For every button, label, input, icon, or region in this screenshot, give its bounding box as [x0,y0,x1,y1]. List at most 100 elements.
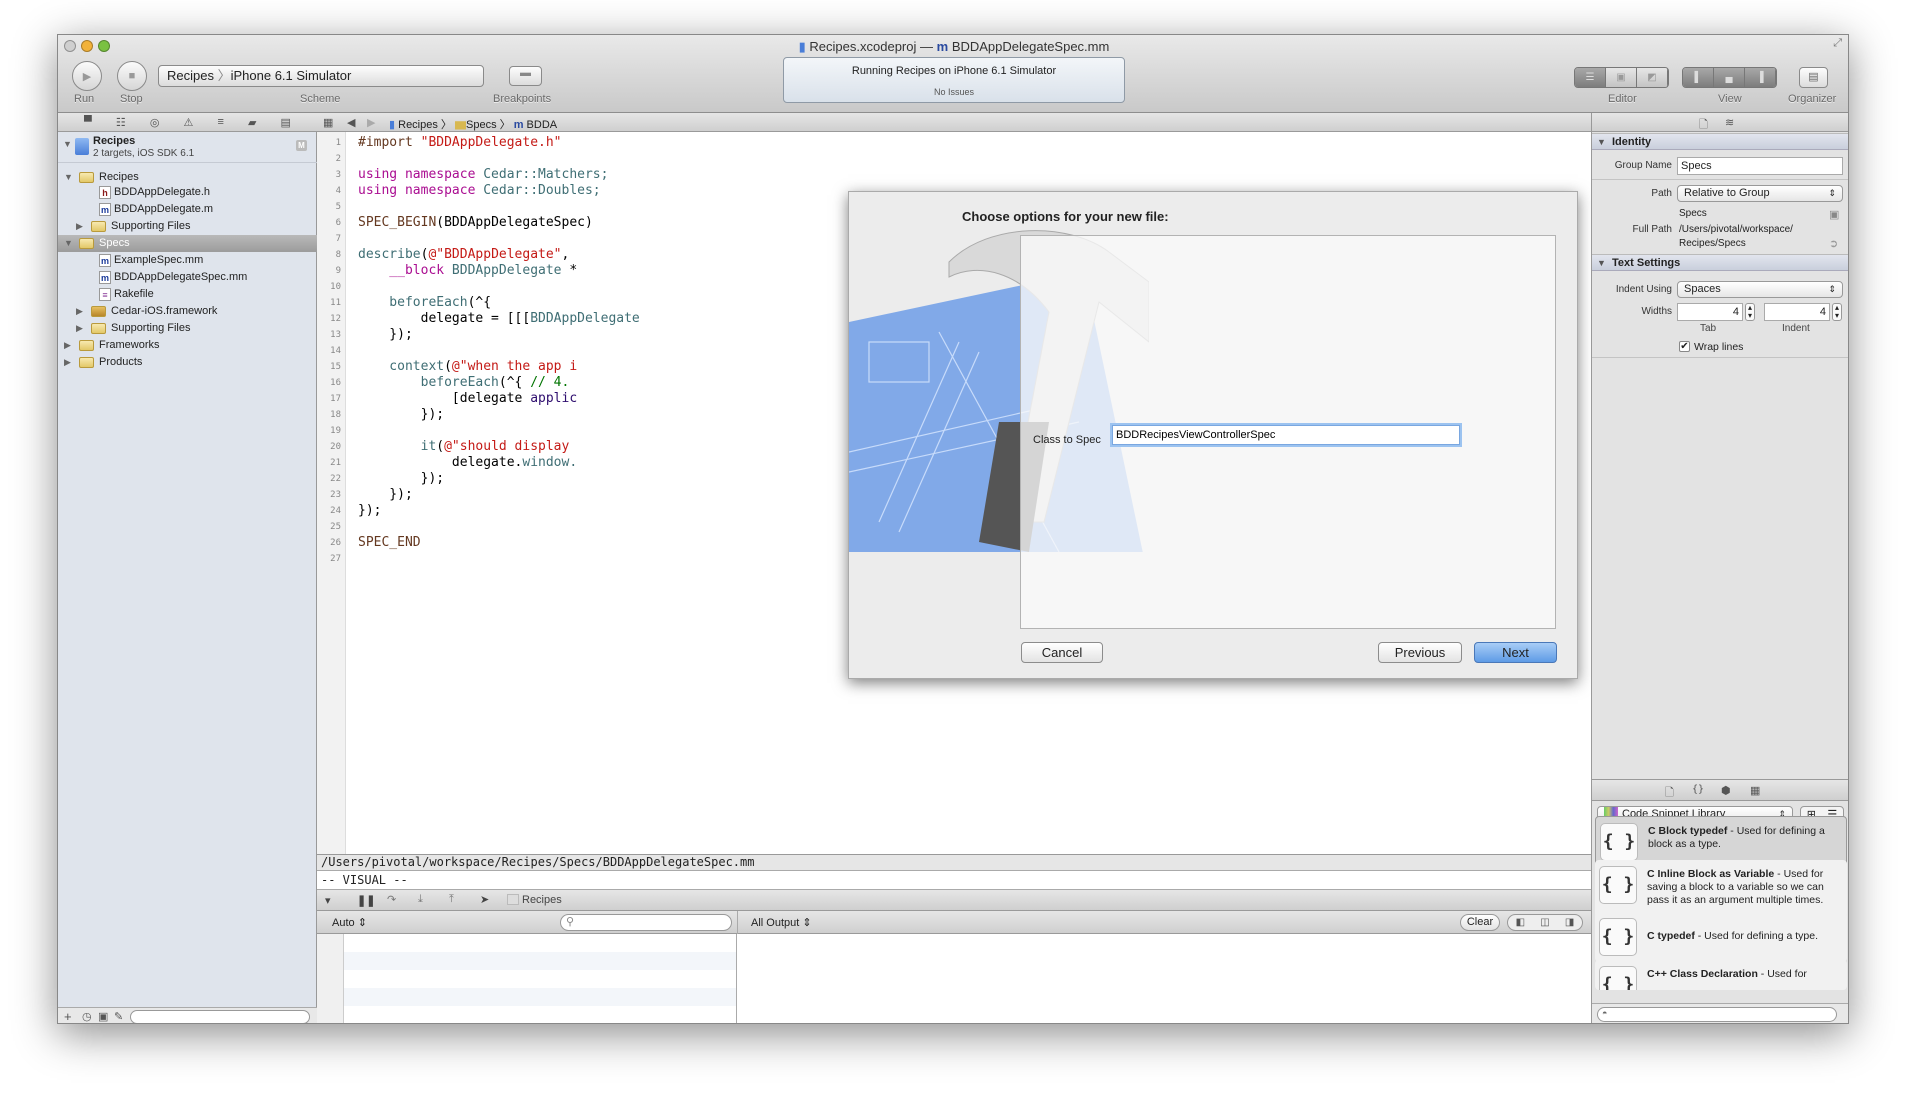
symbol-navigator-icon[interactable]: ☷ [116,116,126,129]
disclosure-closed-icon[interactable]: ▶ [64,337,71,354]
tab-width-field[interactable]: 4 [1677,303,1743,321]
indent-width-field[interactable]: 4 [1764,303,1830,321]
code-line[interactable]: delegate = [[[BDDAppDelegate [358,311,640,327]
console-layout-control[interactable]: ◧ ◫ ◨ [1507,914,1583,931]
back-icon[interactable]: ◀ [347,116,355,129]
code-line[interactable]: }); [358,407,444,423]
text-settings-section-header[interactable]: ▼ Text Settings [1592,254,1848,271]
organizer-button[interactable]: ▤ [1799,67,1828,88]
code-line[interactable]: }); [358,327,413,343]
code-line[interactable]: }); [358,471,444,487]
code-line[interactable]: delegate.window. [358,455,577,471]
variables-view[interactable] [344,934,737,1023]
snippet-item[interactable]: { } C typedef - Used for defining a type. [1595,912,1847,962]
standard-editor-icon[interactable]: ☰ [1575,68,1606,87]
stop-button[interactable]: ■ [117,61,147,91]
navigator-item[interactable]: ▶ Frameworks [58,337,317,354]
code-line[interactable]: using namespace Cedar::Doubles; [358,183,601,199]
tab-width-stepper[interactable]: ▴ ▾ [1745,303,1755,321]
code-line[interactable]: [delegate applic [358,391,577,407]
editor-mode-control[interactable]: ☰ ▣ ◩ [1574,67,1669,88]
snippet-item[interactable]: { } C++ Class Declaration - Used for [1595,960,1847,990]
quick-help-icon[interactable]: ≋ [1725,116,1734,129]
wrap-lines-checkbox[interactable]: ✔ [1679,341,1690,352]
debug-navigator-icon[interactable]: ≡ [218,116,224,128]
disclosure-open-icon[interactable]: ▼ [1597,134,1606,150]
forward-icon[interactable]: ▶ [367,116,375,129]
step-into-icon[interactable]: ⤓ [418,893,423,906]
snippet-item[interactable]: { } C Inline Block as Variable - Used for… [1595,860,1847,918]
variables-scope-popup[interactable]: Auto ⇕ [332,916,367,929]
code-line[interactable]: SPEC_BEGIN(BDDAppDelegateSpec) [358,215,593,231]
indent-width-stepper[interactable]: ▴ ▾ [1832,303,1842,321]
indent-using-popup[interactable]: Spaces ⇕ [1677,281,1843,298]
reveal-in-finder-icon[interactable]: ➲ [1829,237,1838,250]
navigator-item[interactable]: h BDDAppDelegate.h [58,184,317,201]
assistant-editor-icon[interactable]: ▣ [1606,68,1637,87]
identity-section-header[interactable]: ▼ Identity [1592,133,1848,150]
disclosure-closed-icon[interactable]: ▶ [76,303,83,320]
navigator-filter-input[interactable] [130,1010,310,1023]
both-views-icon[interactable]: ◫ [1540,915,1549,930]
media-library-icon[interactable]: ▦ [1750,784,1760,797]
breakpoint-navigator-icon[interactable]: ▰ [248,116,256,129]
disclosure-closed-icon[interactable]: ▶ [64,354,71,371]
recent-files-icon[interactable]: ◷ [82,1010,92,1023]
version-editor-icon[interactable]: ◩ [1637,68,1668,87]
code-line[interactable]: beforeEach(^{ [358,295,491,311]
previous-button[interactable]: Previous [1378,642,1462,663]
path-type-popup[interactable]: Relative to Group ⇕ [1677,185,1843,202]
navigator-item[interactable]: m BDDAppDelegate.m [58,201,317,218]
code-line[interactable]: }); [358,503,381,519]
snippet-item[interactable]: { } C Block typedef - Used for defining a… [1595,816,1847,866]
code-line[interactable]: it(@"should display [358,439,570,455]
class-to-spec-input[interactable] [1112,425,1460,445]
related-items-icon[interactable]: ▦ [323,116,333,129]
project-row[interactable]: ▼ Recipes 2 targets, iOS SDK 6.1 M [58,132,317,163]
fullscreen-icon[interactable]: ⤢ [1833,37,1842,50]
hide-debug-icon[interactable]: ▾ [325,894,331,907]
run-button[interactable]: ▶ [72,61,102,91]
add-icon[interactable]: + [64,1009,72,1023]
debug-toggle-icon[interactable]: ▄ [1714,68,1745,87]
navigator-toggle-icon[interactable]: ▌ [1683,68,1714,87]
next-button[interactable]: Next [1474,642,1557,663]
disclosure-open-icon[interactable]: ▼ [64,235,73,252]
step-out-icon[interactable]: ⤒ [449,893,454,906]
breakpoints-button[interactable]: ▬ [509,66,542,86]
location-icon[interactable]: ➤ [480,893,489,906]
navigator-item[interactable]: m BDDAppDelegateSpec.mm [58,269,317,286]
issue-navigator-icon[interactable]: ⚠ [184,116,194,129]
code-line[interactable]: context(@"when the app i [358,359,577,375]
cancel-button[interactable]: Cancel [1021,642,1103,663]
output-scope-popup[interactable]: All Output ⇕ [751,916,812,929]
step-over-icon[interactable]: ↷ [387,893,396,906]
choose-folder-icon[interactable]: ▣ [1829,208,1839,221]
object-library-icon[interactable]: ⬢ [1721,784,1731,797]
console-output[interactable] [738,934,1591,1023]
library-filter-input[interactable]: ◓ [1597,1007,1837,1022]
disclosure-closed-icon[interactable]: ▶ [76,218,83,235]
group-name-field[interactable]: Specs [1677,157,1843,175]
utilities-toggle-icon[interactable]: ▐ [1745,68,1776,87]
variables-only-icon[interactable]: ◧ [1516,915,1525,930]
pause-icon[interactable]: ❚❚ [357,894,375,907]
navigator-item[interactable]: ▶ Supporting Files [58,218,317,235]
code-line[interactable]: __block BDDAppDelegate * [358,263,577,279]
code-line[interactable]: describe(@"BDDAppDelegate", [358,247,569,263]
view-control[interactable]: ▌ ▄ ▐ [1682,67,1777,88]
disclosure-closed-icon[interactable]: ▶ [76,320,83,337]
code-line[interactable]: SPEC_END [358,535,421,551]
console-only-icon[interactable]: ◨ [1565,915,1574,930]
navigator-item[interactable]: ▶ Products [58,354,317,371]
disclosure-open-icon[interactable]: ▼ [63,139,72,149]
log-navigator-icon[interactable]: ▤ [281,116,291,129]
navigator-item[interactable]: ▶ Supporting Files [58,320,317,337]
search-navigator-icon[interactable]: ◎ [150,116,160,129]
disclosure-open-icon[interactable]: ▼ [1597,255,1606,271]
navigator-item[interactable]: ▼ Specs [58,235,317,252]
clear-console-button[interactable]: Clear [1460,914,1500,931]
file-template-library-icon[interactable]: 🗋 [1665,784,1674,803]
navigator-item[interactable]: ▶ Cedar-iOS.framework [58,303,317,320]
navigator-item[interactable]: ≡ Rakefile [58,286,317,303]
